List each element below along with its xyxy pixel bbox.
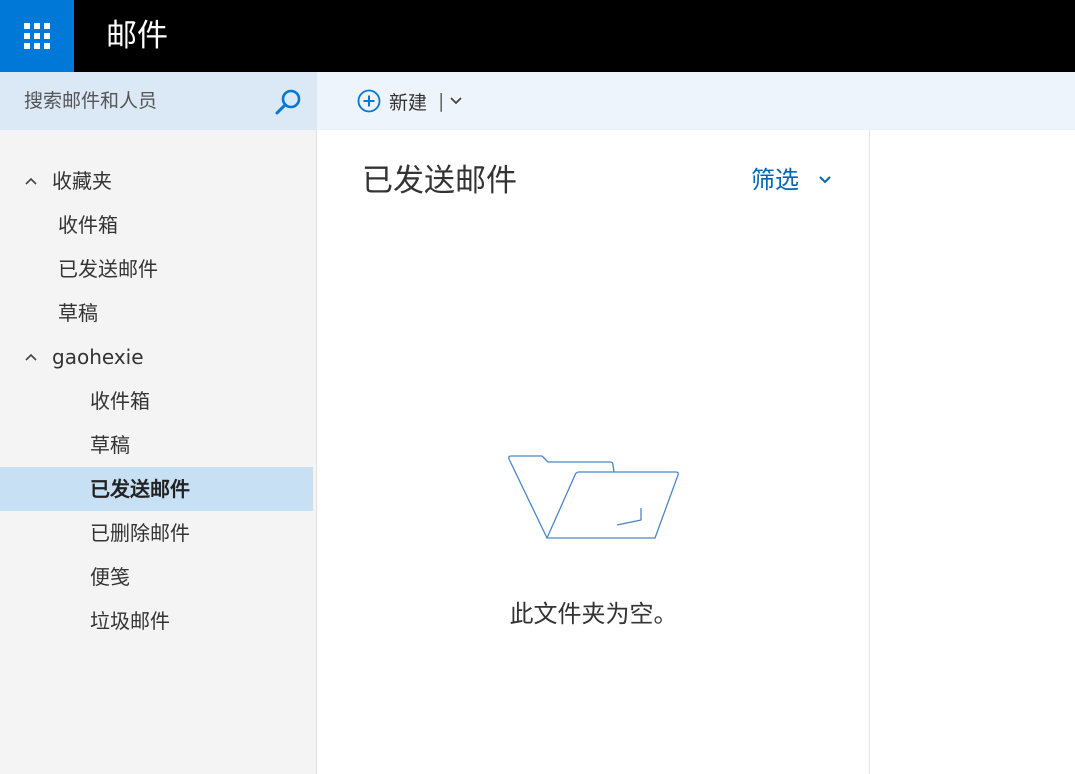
account-group-header[interactable]: gaohexie	[0, 335, 313, 379]
search-input[interactable]	[10, 82, 260, 120]
message-list-pane: 已发送邮件 筛选 此文件夹为空。	[317, 130, 870, 774]
search-icon	[275, 89, 301, 115]
folder-item-deleted[interactable]: 已删除邮件	[0, 511, 313, 555]
favorites-item-inbox[interactable]: 收件箱	[0, 203, 313, 247]
folder-label: 收件箱	[58, 213, 118, 237]
folder-label: 收件箱	[90, 389, 150, 413]
chevron-down-icon	[817, 172, 833, 188]
app-launcher-icon	[24, 23, 50, 49]
toolbar-separator: |	[438, 90, 445, 112]
reading-pane	[870, 130, 1075, 774]
favorites-item-drafts[interactable]: 草稿	[0, 291, 313, 335]
folder-item-inbox[interactable]: 收件箱	[0, 379, 313, 423]
plus-circle-icon	[357, 89, 381, 113]
chevron-up-icon[interactable]	[24, 174, 38, 188]
folder-tree: 收藏夹 收件箱 已发送邮件 草稿 gaohexie 收件箱 草稿 已发送邮件 已…	[0, 159, 313, 643]
favorites-group-label: 收藏夹	[52, 169, 112, 193]
folder-label: 便笺	[90, 565, 130, 589]
filter-label: 筛选	[751, 166, 799, 194]
new-message-button[interactable]: 新建	[357, 86, 427, 116]
folder-item-sent[interactable]: 已发送邮件	[0, 467, 313, 511]
chevron-up-icon[interactable]	[24, 350, 38, 364]
folder-item-notes[interactable]: 便笺	[0, 555, 313, 599]
folder-label: 垃圾邮件	[90, 609, 170, 633]
chevron-down-icon[interactable]	[449, 94, 463, 108]
empty-folder-icon	[508, 455, 679, 539]
folder-item-junk[interactable]: 垃圾邮件	[0, 599, 313, 643]
folder-label: 草稿	[58, 301, 98, 325]
new-message-label: 新建	[389, 91, 428, 114]
favorites-group-header[interactable]: 收藏夹	[0, 159, 313, 203]
folder-item-drafts[interactable]: 草稿	[0, 423, 313, 467]
folder-sidebar: 收藏夹 收件箱 已发送邮件 草稿 gaohexie 收件箱 草稿 已发送邮件 已…	[0, 72, 317, 774]
account-group-label: gaohexie	[52, 345, 144, 369]
app-title: 邮件	[106, 18, 168, 54]
folder-title: 已发送邮件	[362, 163, 517, 199]
empty-folder-message: 此文件夹为空。	[509, 600, 678, 628]
favorites-item-sent[interactable]: 已发送邮件	[0, 247, 313, 291]
top-bar: 邮件	[0, 0, 1075, 72]
folder-label: 已发送邮件	[90, 477, 190, 501]
folder-label: 已发送邮件	[58, 257, 158, 281]
search-box	[0, 72, 317, 130]
command-bar: 新建 |	[317, 72, 1075, 130]
folder-label: 已删除邮件	[90, 521, 190, 545]
search-button[interactable]	[272, 86, 304, 118]
filter-button[interactable]: 筛选	[751, 162, 833, 198]
app-launcher-button[interactable]	[0, 0, 74, 72]
folder-label: 草稿	[90, 433, 130, 457]
